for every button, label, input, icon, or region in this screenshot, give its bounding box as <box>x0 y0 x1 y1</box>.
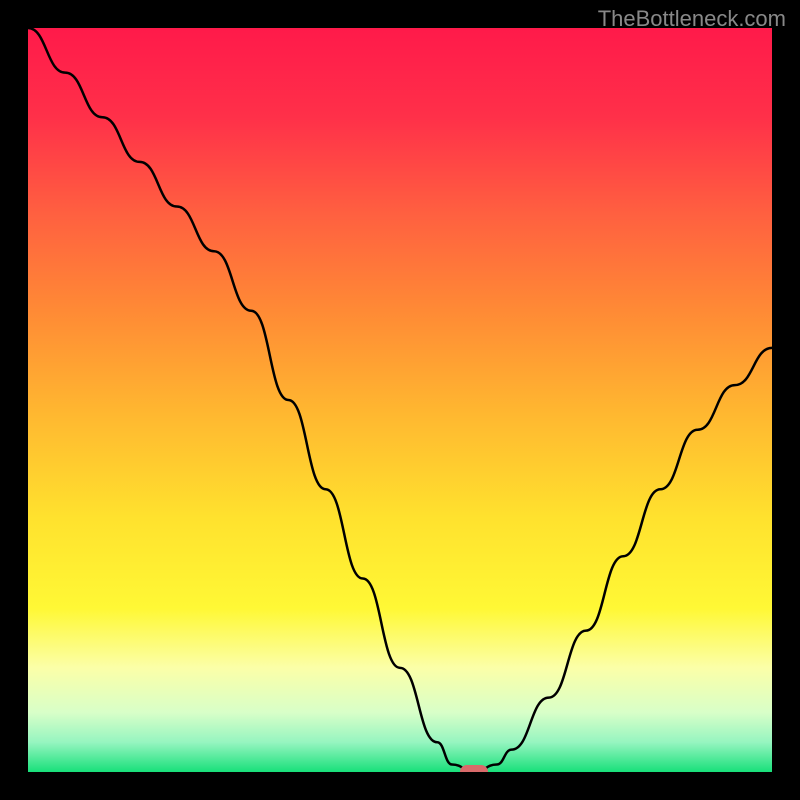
watermark-text: TheBottleneck.com <box>598 6 786 32</box>
optimal-point-marker <box>460 765 488 772</box>
bottleneck-chart: TheBottleneck.com <box>0 0 800 800</box>
curve-layer <box>28 28 772 772</box>
plot-area <box>28 28 772 772</box>
bottleneck-curve-path <box>28 28 772 772</box>
